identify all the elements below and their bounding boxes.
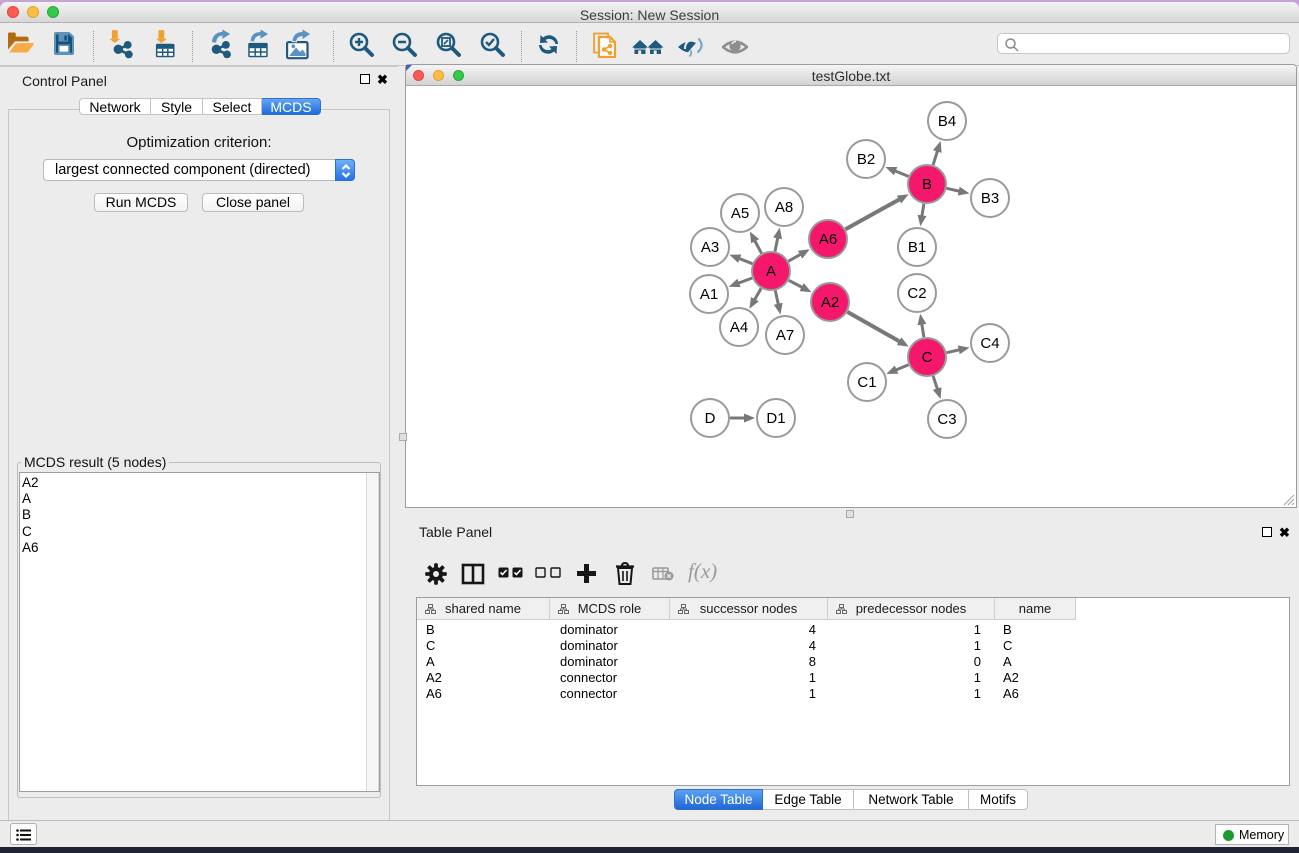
svg-text:A2: A2: [821, 294, 839, 311]
svg-text:B4: B4: [938, 113, 956, 130]
svg-text:C3: C3: [937, 411, 956, 428]
svg-text:B3: B3: [981, 190, 999, 207]
svg-text:C4: C4: [980, 335, 999, 352]
svg-text:D1: D1: [766, 410, 785, 427]
svg-text:A7: A7: [776, 327, 794, 344]
svg-text:A3: A3: [701, 239, 719, 256]
svg-text:A6: A6: [819, 231, 837, 248]
svg-text:B: B: [922, 176, 932, 193]
svg-text:A4: A4: [730, 319, 748, 336]
svg-text:B1: B1: [908, 239, 926, 256]
svg-text:A1: A1: [700, 286, 718, 303]
svg-text:D: D: [705, 410, 716, 427]
svg-text:C: C: [922, 349, 933, 366]
svg-text:A: A: [766, 263, 776, 280]
svg-text:B2: B2: [857, 151, 875, 168]
svg-text:A8: A8: [775, 199, 793, 216]
svg-text:A5: A5: [731, 205, 749, 222]
svg-text:C2: C2: [907, 285, 926, 302]
svg-text:C1: C1: [857, 374, 876, 391]
